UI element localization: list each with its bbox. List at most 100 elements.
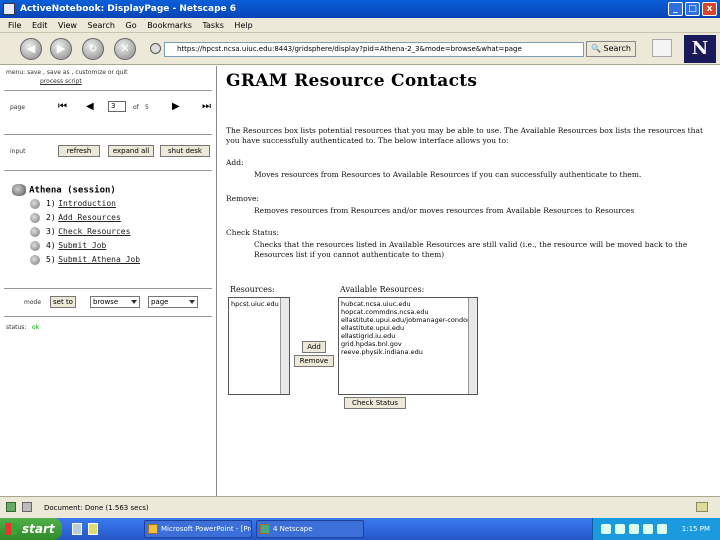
tree-item-label: Submit Job	[58, 241, 107, 250]
menu-edit[interactable]: Edit	[32, 21, 48, 30]
process-script-link[interactable]: process script	[40, 78, 82, 85]
menu-file[interactable]: File	[8, 21, 21, 30]
available-resources-label: Available Resources:	[340, 285, 425, 294]
available-resources-list[interactable]: hubcat.ncsa.uiuc.edu hopcat.commdns.ncsa…	[338, 297, 478, 395]
first-page-icon[interactable]: ⏮	[58, 101, 67, 112]
mode-label: mode	[24, 299, 42, 306]
mode-select[interactable]: browse	[90, 296, 140, 308]
available-scrollbar[interactable]	[468, 298, 477, 394]
available-item[interactable]: hubcat.ncsa.uiuc.edu	[341, 300, 475, 308]
powerpoint-icon	[148, 524, 158, 534]
tree-item-number: 4)	[46, 241, 56, 250]
menu-go[interactable]: Go	[126, 21, 137, 30]
taskbar-item-powerpoint[interactable]: Microsoft PowerPoint - [Pre...	[144, 520, 252, 538]
menu-view[interactable]: View	[58, 21, 77, 30]
navigation-toolbar: ◀ ▶ ↻ ✕ https://hpcst.ncsa.uiuc.edu:8443…	[0, 33, 720, 65]
reload-icon[interactable]: ↻	[82, 38, 104, 60]
start-button[interactable]: start	[0, 518, 62, 540]
available-item[interactable]: ellastigrid.iu.edu	[341, 332, 475, 340]
netscape-icon	[260, 524, 270, 534]
page-input[interactable]: 3	[108, 101, 126, 112]
page-label: page	[10, 104, 25, 111]
add-term: Add:	[226, 158, 244, 167]
maximize-button[interactable]: □	[685, 2, 700, 16]
expand-all-button[interactable]: expand all	[108, 145, 154, 157]
resources-scrollbar[interactable]	[280, 298, 289, 394]
next-page-icon[interactable]: ▶	[172, 101, 180, 112]
search-button[interactable]: 🔍 Search	[586, 41, 636, 57]
window-title: ActiveNotebook: DisplayPage - Netscape 6	[20, 4, 237, 14]
clock: 1:15 PM	[681, 525, 710, 533]
online-icon	[6, 502, 16, 512]
taskbar: start Microsoft PowerPoint - [Pre... 4 N…	[0, 518, 720, 540]
forward-icon[interactable]: ▶	[50, 38, 72, 60]
add-description: Moves resources from Resources to Availa…	[254, 170, 642, 179]
resources-label: Resources:	[230, 285, 275, 294]
prev-page-icon[interactable]: ◀	[86, 101, 94, 112]
tray-icon[interactable]	[601, 524, 611, 534]
check-status-button[interactable]: Check Status	[344, 397, 406, 409]
windows-logo-icon	[5, 523, 17, 535]
url-input[interactable]: https://hpcst.ncsa.uiuc.edu:8443/gridsph…	[164, 42, 584, 57]
available-item[interactable]: hopcat.commdns.ncsa.edu	[341, 308, 475, 316]
resource-item[interactable]: hpcst.uiuc.edu	[231, 300, 287, 308]
page-icon	[30, 240, 40, 251]
tray-icon[interactable]	[629, 524, 639, 534]
tree-item-introduction[interactable]: 1) Introduction	[30, 198, 116, 210]
tree-item-label: Check Resources	[58, 227, 131, 236]
quick-launch-icon[interactable]	[88, 523, 98, 535]
tree-item-submit-job[interactable]: 4) Submit Job	[30, 240, 106, 252]
refresh-button[interactable]: refresh	[58, 145, 100, 157]
notebook-icon	[12, 184, 26, 196]
set-to-button[interactable]: set to	[50, 296, 76, 308]
check-status-term: Check Status:	[226, 228, 279, 237]
last-page-icon[interactable]: ⏭	[202, 101, 211, 112]
search-icon: 🔍	[591, 44, 601, 53]
start-label: start	[22, 522, 55, 536]
check-status-description: Checks that the resources listed in Avai…	[254, 240, 688, 259]
view-select[interactable]: page	[148, 296, 198, 308]
close-button[interactable]: x	[702, 2, 717, 16]
available-item[interactable]: reeve.physik.indiana.edu	[341, 348, 475, 356]
available-item[interactable]: ellastitute.upui.edu	[341, 324, 475, 332]
menu-bookmarks[interactable]: Bookmarks	[147, 21, 192, 30]
menu-search[interactable]: Search	[88, 21, 115, 30]
quick-launch-icon[interactable]	[72, 523, 82, 535]
component-bar-icon[interactable]	[22, 502, 32, 512]
resources-list[interactable]: hpcst.uiuc.edu	[228, 297, 290, 395]
menu-help[interactable]: Help	[234, 21, 252, 30]
remove-button[interactable]: Remove	[294, 355, 334, 367]
taskbar-item-netscape[interactable]: 4 Netscape	[256, 520, 364, 538]
url-text: https://hpcst.ncsa.uiuc.edu:8443/gridsph…	[177, 45, 522, 53]
tray-icon[interactable]	[657, 524, 667, 534]
tree-item-number: 2)	[46, 213, 56, 222]
minimize-button[interactable]: _	[668, 2, 683, 16]
security-icon[interactable]	[150, 43, 161, 54]
shut-desk-button[interactable]: shut desk	[160, 145, 210, 157]
tree-root[interactable]: Athena (session)	[12, 184, 116, 196]
add-button[interactable]: Add	[302, 341, 326, 353]
menu-tasks[interactable]: Tasks	[202, 21, 223, 30]
remove-term: Remove:	[226, 194, 259, 203]
print-icon[interactable]	[652, 39, 672, 57]
of-label: of	[133, 104, 139, 111]
tree-root-label: Athena (session)	[29, 185, 116, 196]
main-pane: GRAM Resource Contacts The Resources box…	[218, 66, 720, 496]
available-item[interactable]: grid.hpdas.bnl.gov	[341, 340, 475, 348]
netscape-app-icon	[3, 3, 15, 15]
left-pane: menu: save , save as , customize or quit…	[0, 66, 217, 496]
menu-line[interactable]: menu: save , save as , customize or quit	[6, 69, 128, 76]
back-icon[interactable]: ◀	[20, 38, 42, 60]
page-icon	[30, 226, 40, 237]
intro-text: The Resources box lists potential resour…	[226, 126, 703, 145]
available-item[interactable]: ellastitute.upui.edu/jobmanager-condor	[341, 316, 475, 324]
title-bar: ActiveNotebook: DisplayPage - Netscape 6…	[0, 0, 720, 18]
tree-item-add-resources[interactable]: 2) Add Resources	[30, 212, 121, 224]
tray-icon[interactable]	[615, 524, 625, 534]
stop-icon[interactable]: ✕	[114, 38, 136, 60]
tree-item-check-resources[interactable]: 3) Check Resources	[30, 226, 130, 238]
remove-description: Removes resources from Resources and/or …	[254, 206, 635, 215]
tray-icon[interactable]	[643, 524, 653, 534]
tree-item-number: 3)	[46, 227, 56, 236]
tree-item-submit-athena-job[interactable]: 5) Submit Athena Job	[30, 254, 140, 266]
